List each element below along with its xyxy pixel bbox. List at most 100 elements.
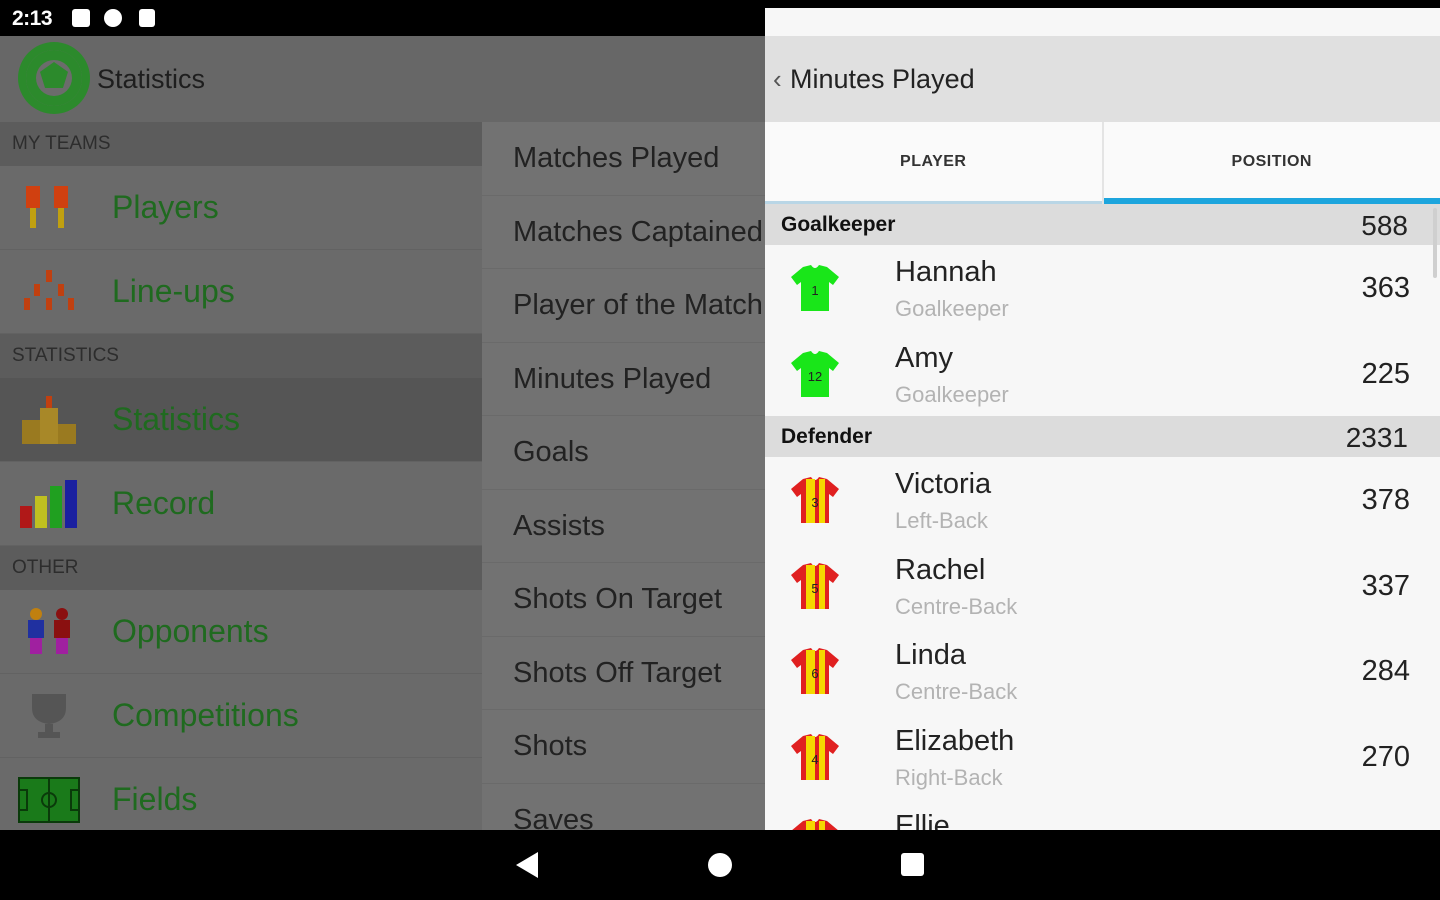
opponents-icon <box>18 606 80 658</box>
drawer-item-line-ups[interactable]: Line-ups <box>0 250 482 334</box>
stat-menu-item[interactable]: Minutes Played <box>482 343 765 416</box>
player-row[interactable]: Ellie <box>765 799 1440 830</box>
section-header: OTHER <box>0 546 482 590</box>
player-position: Goalkeeper <box>895 381 1009 407</box>
stat-menu-item[interactable]: Matches Played <box>482 122 765 196</box>
tab-player[interactable]: PLAYER <box>765 122 1102 204</box>
shirt-icon: 12 <box>789 349 841 399</box>
drawer-item-label: Record <box>112 485 216 521</box>
drawer-item-statistics[interactable]: Statistics <box>0 378 482 462</box>
tab-label: PLAYER <box>900 153 967 170</box>
sd-card-icon <box>139 9 155 27</box>
nav-recents-icon[interactable] <box>901 853 924 876</box>
drawer-item-label: Competitions <box>112 697 299 733</box>
lineups-icon <box>18 266 80 318</box>
stat-menu-item[interactable]: Matches Captained <box>482 196 765 269</box>
trophy-icon <box>18 690 80 742</box>
detail-title: Minutes Played <box>790 64 975 94</box>
nav-back-icon[interactable] <box>516 852 538 878</box>
shirt-icon: 6 <box>789 646 841 696</box>
player-name: Victoria <box>895 468 992 500</box>
stat-menu-item[interactable]: Shots <box>482 710 765 784</box>
player-row[interactable]: 4 Elizabeth Right-Back 270 <box>765 713 1440 799</box>
stat-menu-item[interactable]: Shots Off Target <box>482 637 765 710</box>
player-position: Centre-Back <box>895 593 1018 619</box>
drawer-item-label: Statistics <box>112 401 241 437</box>
back-chevron-icon[interactable]: ‹ <box>773 64 782 95</box>
drawer-item-players[interactable]: Players <box>0 166 482 250</box>
nav-home-icon[interactable] <box>708 853 732 877</box>
player-minutes: 270 <box>1361 740 1410 773</box>
statistics-podium-icon <box>18 394 80 446</box>
system-nav-bar <box>0 830 1440 900</box>
bar-chart-icon <box>18 478 80 530</box>
stat-menu-item[interactable]: Saves <box>482 784 765 831</box>
field-icon <box>18 774 80 826</box>
statistics-menu: Matches Played Matches Captained Player of… <box>482 122 765 830</box>
player-row[interactable]: 5 Rachel Centre-Back 337 <box>765 542 1440 628</box>
stat-menu-item[interactable]: Shots On Target <box>482 563 765 637</box>
player-position: Left-Back <box>895 508 988 533</box>
group-header: Defender 2331 <box>765 416 1440 457</box>
player-row[interactable]: 3 Victoria Left-Back 378 <box>765 457 1440 543</box>
svg-text:3: 3 <box>811 495 818 510</box>
drawer-item-opponents[interactable]: Opponents <box>0 590 482 674</box>
shirt-icon <box>789 817 841 830</box>
notification-icon <box>104 9 122 27</box>
tab-position[interactable]: POSITION <box>1101 122 1440 204</box>
drawer-item-label: Line-ups <box>112 273 235 309</box>
player-minutes: 337 <box>1361 569 1410 602</box>
group-name: Goalkeeper <box>781 213 896 236</box>
svg-text:1: 1 <box>811 283 818 298</box>
player-minutes: 378 <box>1361 484 1410 516</box>
navigation-drawer: MY TEAMS Players Line-ups STATISTICS Statist… <box>0 122 482 830</box>
status-bar: 2:13 <box>0 0 1440 802</box>
group-total: 588 <box>1361 210 1408 241</box>
player-position: Right-Back <box>895 764 1003 790</box>
scrollbar[interactable] <box>1433 208 1437 278</box>
tab-label: POSITION <box>1231 153 1312 170</box>
status-time: 2:13 <box>12 7 53 30</box>
detail-panel: ‹ Minutes Played PLAYER POSITION Goalkeep… <box>765 36 1440 830</box>
group-header: Goalkeeper 588 <box>765 204 1440 245</box>
shirt-icon: 4 <box>789 732 841 782</box>
drawer-item-label: Fields <box>112 781 198 817</box>
drawer-item-competitions[interactable]: Competitions <box>0 674 482 758</box>
player-position: Goalkeeper <box>895 296 1009 321</box>
players-icon <box>18 182 80 234</box>
drawer-item-fields[interactable]: Fields <box>0 758 482 830</box>
app-title: Statistics <box>97 64 206 94</box>
svg-text:6: 6 <box>811 666 818 681</box>
player-position: Centre-Back <box>895 679 1018 704</box>
player-minutes: 225 <box>1361 357 1410 390</box>
drawer-item-record[interactable]: Record <box>0 462 482 546</box>
group-name: Defender <box>781 425 873 448</box>
stat-menu-item[interactable]: Assists <box>482 490 765 563</box>
player-name: Linda <box>895 639 966 671</box>
player-name: Hannah <box>895 256 997 288</box>
section-header: MY TEAMS <box>0 122 482 166</box>
svg-text:12: 12 <box>808 369 822 384</box>
tab-bar: PLAYER POSITION <box>765 122 1440 204</box>
player-name: Rachel <box>895 553 986 586</box>
notification-icon <box>72 9 90 27</box>
section-header: STATISTICS <box>0 334 482 378</box>
shirt-icon: 3 <box>789 475 841 525</box>
minutes-list[interactable]: Goalkeeper 588 1 Hannah Goalkeeper 363 12 Amy Go… <box>765 204 1440 830</box>
player-name: Ellie <box>895 810 950 830</box>
player-name: Amy <box>895 341 953 374</box>
player-row[interactable]: 12 Amy Goalkeeper 225 <box>765 330 1440 416</box>
stat-menu-item[interactable]: Goals <box>482 416 765 490</box>
player-row[interactable]: 6 Linda Centre-Back 284 <box>765 628 1440 714</box>
main-screen: Statistics MY TEAMS Players Line-ups STATIS… <box>0 36 765 830</box>
player-row[interactable]: 1 Hannah Goalkeeper 363 <box>765 245 1440 331</box>
stat-menu-item[interactable]: Player of the Match <box>482 269 765 343</box>
app-bar: Statistics <box>0 36 765 122</box>
player-name: Elizabeth <box>895 724 1015 757</box>
group-total: 2331 <box>1345 422 1408 453</box>
detail-app-bar: ‹ Minutes Played <box>765 36 1440 122</box>
drawer-item-label: Opponents <box>112 613 269 649</box>
shirt-icon: 5 <box>789 561 841 611</box>
svg-text:5: 5 <box>811 581 818 596</box>
shirt-icon: 1 <box>789 263 841 313</box>
